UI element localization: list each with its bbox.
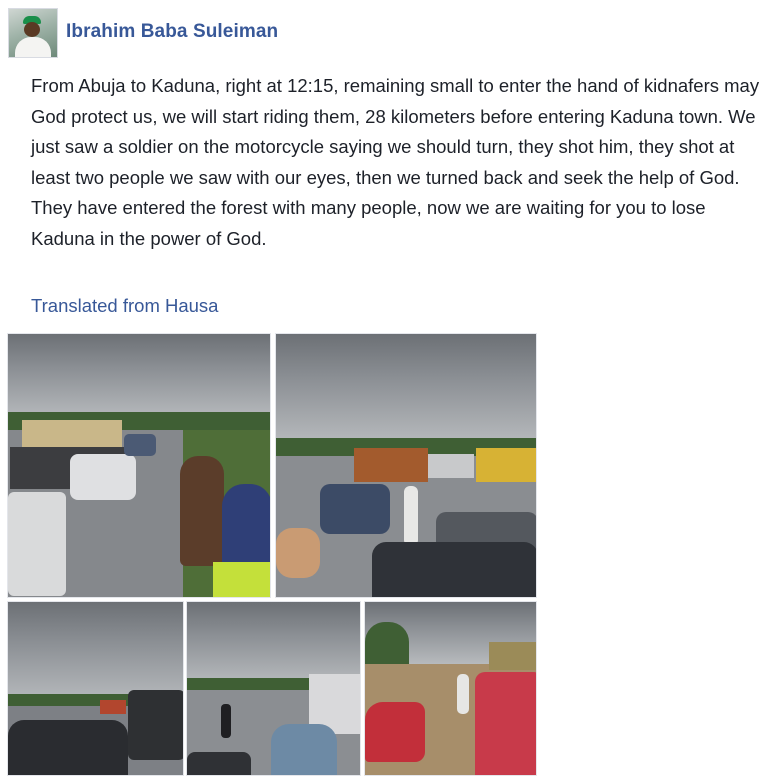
- sky: [8, 334, 270, 419]
- person: [457, 674, 469, 714]
- truck: [128, 690, 183, 760]
- red-car-right: [475, 672, 536, 775]
- author-name-link[interactable]: Ibrahim Baba Suleiman: [66, 21, 278, 43]
- post-photo-3[interactable]: [7, 601, 184, 776]
- post-photo-5[interactable]: [364, 601, 537, 776]
- car-foreground: [8, 720, 128, 775]
- post-photo-4[interactable]: [186, 601, 361, 776]
- truck-white: [428, 454, 474, 478]
- avatar-body: [15, 37, 51, 57]
- post-photo-2[interactable]: [275, 333, 537, 598]
- distant-car: [124, 434, 156, 456]
- blue-car: [320, 484, 390, 534]
- post-photo-1[interactable]: [7, 333, 271, 598]
- translation-link[interactable]: Translated from Hausa: [31, 291, 218, 321]
- truck: [489, 642, 536, 670]
- truck-tarp: [22, 420, 122, 448]
- red-car-left: [365, 702, 425, 762]
- sky: [187, 602, 360, 684]
- person: [180, 456, 224, 566]
- food-basket: [276, 528, 320, 578]
- sky: [276, 334, 536, 444]
- vest: [213, 562, 270, 597]
- person-back: [271, 724, 337, 775]
- post-paragraph: From Abuja to Kaduna, right at 12:15, re…: [31, 75, 760, 188]
- dark-car: [372, 542, 536, 597]
- truck-yellow: [476, 448, 536, 482]
- post-body: From Abuja to Kaduna, right at 12:15, re…: [31, 71, 767, 254]
- tree: [365, 622, 409, 670]
- person-white: [404, 486, 418, 546]
- avatar-head: [24, 22, 40, 37]
- post-paragraph: They have entered the forest with many p…: [31, 197, 706, 249]
- distant-truck: [100, 700, 126, 714]
- truck-orange: [354, 448, 428, 482]
- white-car: [8, 492, 66, 596]
- sedan-car: [70, 454, 136, 500]
- sky: [8, 602, 183, 702]
- car-foreground: [187, 752, 251, 775]
- avatar[interactable]: [8, 8, 58, 58]
- person-standing: [221, 704, 231, 738]
- post-header: Ibrahim Baba Suleiman: [8, 8, 278, 58]
